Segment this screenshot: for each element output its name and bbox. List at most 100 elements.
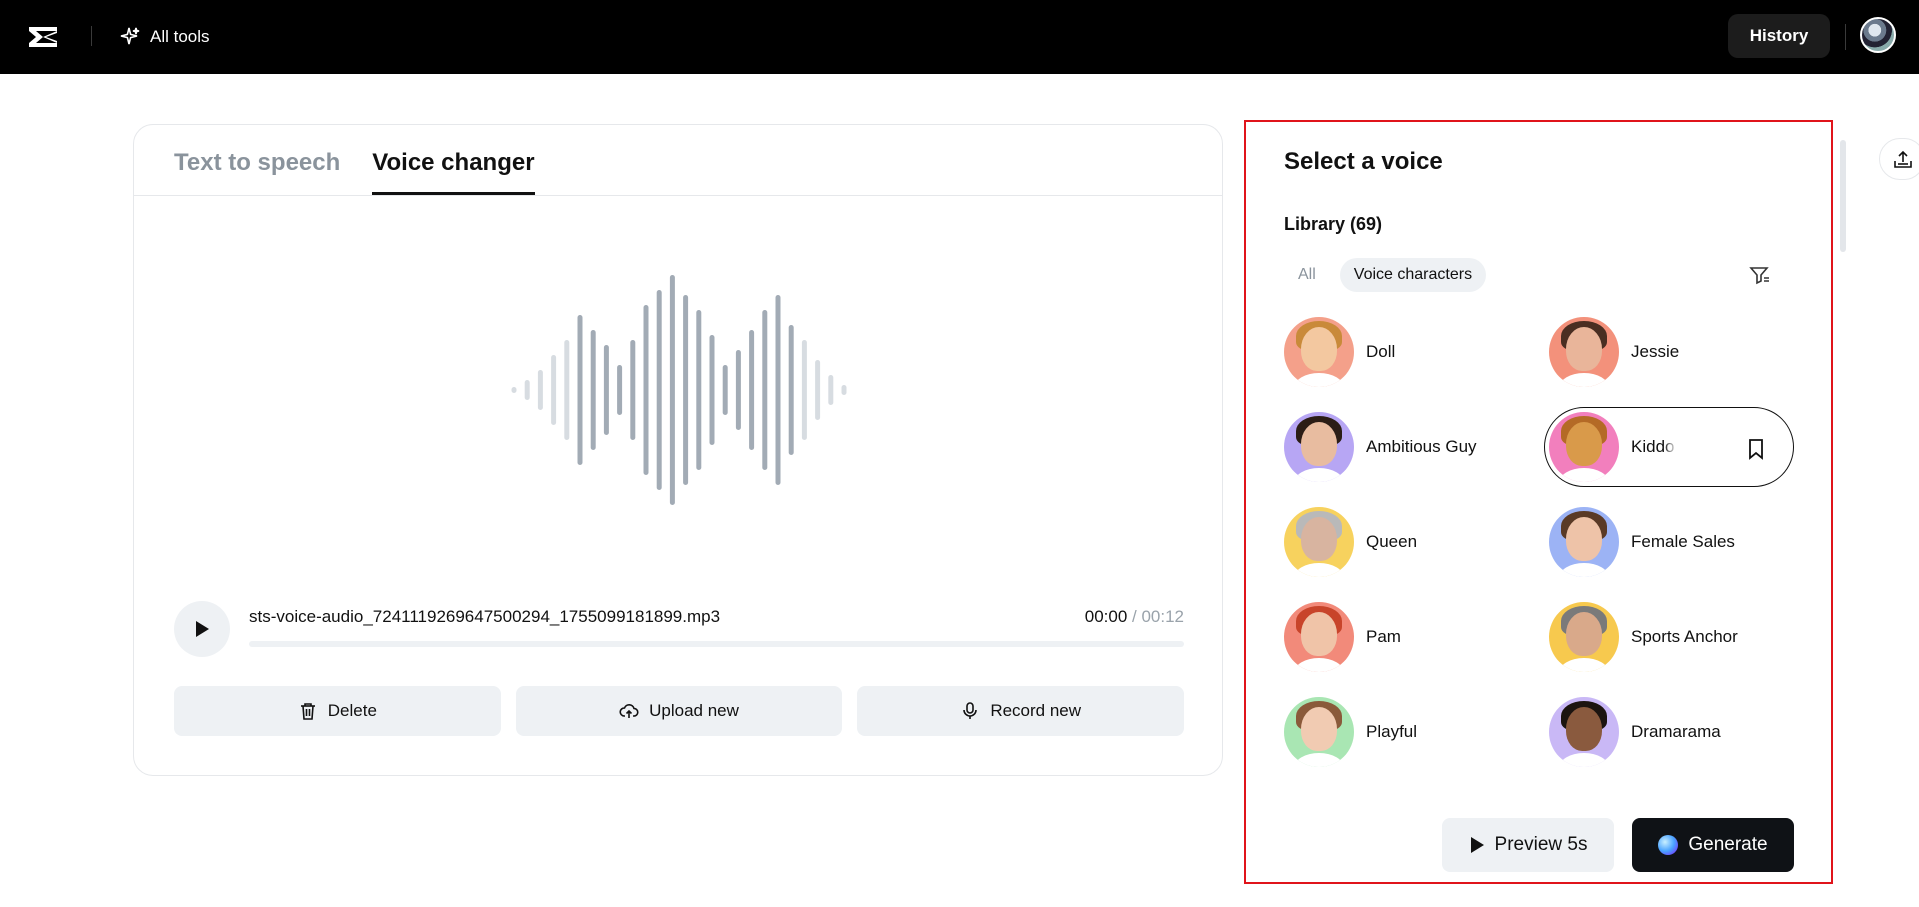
voice-option[interactable]: Queen [1284, 502, 1417, 582]
avatar-body [1559, 658, 1609, 672]
orb-icon [1658, 835, 1679, 855]
voice-option[interactable]: Ambitious Guy [1284, 407, 1477, 487]
voice-option[interactable]: Sports Anchor [1549, 597, 1738, 677]
voice-avatar [1284, 507, 1354, 577]
audio-filename: sts-voice-audio_7241119269647500294_1755… [249, 607, 721, 626]
voice-option[interactable]: Doll [1284, 312, 1395, 392]
waveform-graphic [511, 275, 847, 505]
waveform-bar [577, 315, 583, 465]
panel-scrollbar[interactable] [1840, 140, 1846, 252]
generate-label: Generate [1688, 834, 1768, 855]
topbar-divider-2 [1845, 24, 1846, 50]
waveform-bar [603, 345, 609, 435]
bookmark-icon[interactable] [1747, 438, 1765, 460]
record-new-label: Record new [990, 701, 1082, 720]
avatar-body [1559, 753, 1609, 767]
avatar-face [1301, 707, 1337, 751]
voice-avatar [1284, 697, 1354, 767]
avatar-body [1294, 468, 1344, 482]
mode-tabs: Text to speech Voice changer [174, 145, 535, 195]
voice-option[interactable]: Kiddo [1544, 407, 1794, 487]
waveform-bar [511, 387, 517, 393]
record-new-button[interactable]: Record new [857, 686, 1185, 736]
waveform-bar [537, 370, 543, 410]
delete-label: Delete [327, 701, 377, 720]
preview-5s-button[interactable]: Preview 5s [1442, 818, 1614, 872]
tab-text-to-speech[interactable]: Text to speech [174, 145, 340, 195]
tab-voice-changer[interactable]: Voice changer [372, 145, 535, 195]
waveform-bar [828, 375, 834, 405]
tabs-divider [134, 195, 1222, 196]
audio-progress-bar[interactable] [249, 641, 1184, 647]
voice-name: Ambitious Guy [1366, 437, 1477, 456]
upload-new-button[interactable]: Upload new [515, 686, 843, 736]
voice-name: Pam [1366, 627, 1401, 646]
voice-changer-card: Text to speech Voice changer sts-voice-a… [133, 124, 1223, 776]
voice-name: Female Sales [1631, 532, 1735, 551]
avatar-body [1294, 658, 1344, 672]
all-tools-label: All tools [150, 27, 210, 46]
sparkle-icon [120, 27, 140, 45]
waveform-bar [524, 380, 530, 400]
upload-tray-icon [1894, 150, 1912, 168]
avatar-face [1301, 422, 1337, 466]
play-icon [1470, 837, 1484, 853]
waveform-bar [801, 340, 807, 440]
voice-filter-chips: All Voice characters [1284, 258, 1487, 292]
library-heading: Library (69) [1284, 214, 1383, 234]
delete-button[interactable]: Delete [174, 686, 501, 736]
waveform-bar [551, 355, 557, 425]
waveform-bar [630, 340, 636, 440]
side-upload-tool[interactable] [1879, 138, 1919, 180]
time-separator: / [1127, 607, 1142, 626]
upload-new-label: Upload new [649, 701, 739, 720]
waveform-bar [709, 335, 715, 445]
waveform-bar [669, 275, 675, 505]
audio-time: 00:00 / 00:12 [1085, 607, 1184, 627]
avatar-face [1566, 422, 1602, 466]
avatar-face [1566, 517, 1602, 561]
all-tools-button[interactable]: All tools [118, 22, 210, 52]
panel-title: Select a voice [1284, 148, 1443, 175]
avatar-body [1559, 468, 1609, 482]
voice-option[interactable]: Playful [1284, 692, 1417, 772]
user-avatar[interactable] [1860, 17, 1896, 53]
preview-label: Preview 5s [1494, 834, 1588, 855]
avatar-face [1301, 327, 1337, 371]
waveform-bar [683, 295, 689, 485]
avatar-face [1301, 612, 1337, 656]
top-bar: All tools History [0, 0, 1919, 74]
waveform-bar [735, 350, 741, 430]
play-button[interactable] [174, 601, 230, 657]
voice-option[interactable]: Female Sales [1549, 502, 1735, 582]
voice-avatar [1549, 412, 1619, 482]
avatar-face [1566, 327, 1602, 371]
play-icon [196, 621, 209, 637]
capcut-logo-icon[interactable] [26, 20, 60, 54]
voice-option[interactable]: Pam [1284, 597, 1401, 677]
avatar-body [1294, 563, 1344, 577]
filter-chip-all[interactable]: All [1284, 258, 1330, 292]
audio-actions: Delete Upload new Record new [174, 686, 1185, 736]
voice-selection-panel: Select a voice Library (69) All Voice ch… [1244, 120, 1833, 884]
cloud-upload-icon [619, 704, 639, 718]
voice-option[interactable]: Jessie [1549, 312, 1679, 392]
waveform-bar [815, 360, 821, 420]
voice-avatar [1549, 317, 1619, 387]
avatar-face [1566, 612, 1602, 656]
waveform-bar [696, 310, 702, 470]
voice-option[interactable]: Dramarama [1549, 692, 1721, 772]
history-button[interactable]: History [1728, 14, 1830, 58]
voice-name: Kiddo [1631, 437, 1677, 457]
voice-avatar [1549, 697, 1619, 767]
avatar-face [1566, 707, 1602, 751]
voice-avatar [1284, 317, 1354, 387]
filter-icon[interactable] [1746, 262, 1772, 288]
filter-chip-voice-characters[interactable]: Voice characters [1339, 258, 1487, 292]
voice-name: Dramarama [1631, 722, 1721, 741]
avatar-face [1301, 517, 1337, 561]
generate-button[interactable]: Generate [1632, 818, 1794, 872]
waveform-bar [590, 330, 596, 450]
waveform-bar [722, 365, 728, 415]
voice-avatar [1549, 602, 1619, 672]
